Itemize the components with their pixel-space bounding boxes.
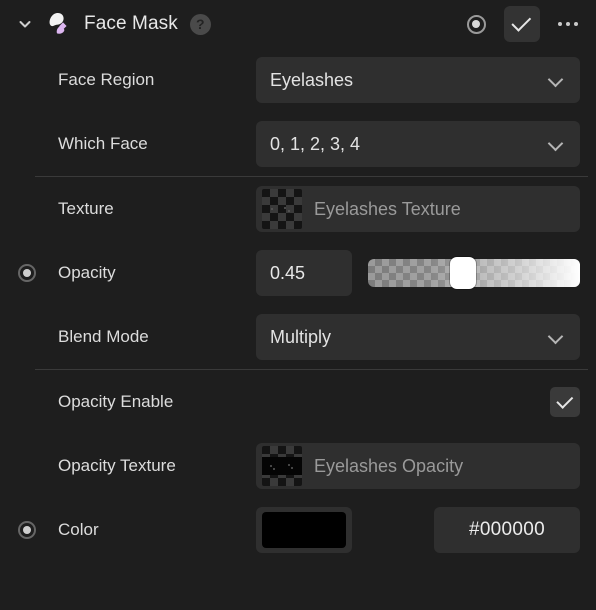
color-keyframe-toggle[interactable]: [18, 521, 36, 539]
row-which-face: Which Face 0, 1, 2, 3, 4: [0, 112, 596, 176]
opacity-enable-label: Opacity Enable: [58, 392, 174, 411]
row-opacity-texture: Opacity Texture Eyelashes Opacity: [0, 434, 596, 498]
row-blend-mode: Blend Mode Multiply: [0, 305, 596, 369]
check-icon: [511, 11, 532, 32]
texture-name: Eyelashes Texture: [314, 198, 461, 219]
blend-mode-field-area: Multiply: [256, 305, 580, 369]
chevron-down-icon: [548, 136, 564, 152]
blend-mode-dropdown[interactable]: Multiply: [256, 314, 580, 360]
opacity-enable-checkbox[interactable]: [550, 387, 580, 417]
opacity-enable-field-area: [256, 370, 580, 434]
chevron-down-icon: [548, 329, 564, 345]
chevron-down-icon[interactable]: [14, 13, 36, 35]
page-title: Face Mask: [84, 13, 178, 34]
record-dot: [472, 20, 480, 28]
opacity-keyframe-toggle[interactable]: [18, 264, 36, 282]
face-mask-brush-icon: [42, 8, 74, 40]
row-color: Color #000000: [0, 498, 596, 562]
row-texture: Texture Eyelashes Texture: [0, 177, 596, 241]
face-region-label: Face Region: [58, 70, 155, 89]
color-label: Color: [58, 520, 99, 539]
node-enable-checkbox[interactable]: [504, 6, 540, 42]
texture-picker[interactable]: Eyelashes Texture: [256, 186, 580, 232]
face-region-field-area: Eyelashes: [256, 48, 580, 112]
face-region-value: Eyelashes: [270, 69, 354, 90]
which-face-field-area: 0, 1, 2, 3, 4: [256, 112, 580, 176]
help-icon[interactable]: ?: [189, 13, 211, 35]
opacity-slider[interactable]: [368, 257, 580, 289]
opacity-texture-thumbnail: [262, 446, 302, 486]
opacity-texture-picker[interactable]: Eyelashes Opacity: [256, 443, 580, 489]
row-face-region: Face Region Eyelashes: [0, 48, 596, 112]
face-region-dropdown[interactable]: Eyelashes: [256, 57, 580, 103]
panel-header: Face Mask ?: [0, 0, 596, 48]
color-swatch-button[interactable]: [256, 507, 352, 553]
color-hex-input[interactable]: #000000: [434, 507, 580, 553]
color-field-area: #000000: [256, 498, 580, 562]
row-opacity: Opacity 0.45: [0, 241, 596, 305]
ellipsis-dots: [558, 22, 578, 26]
opacity-texture-field-area: Eyelashes Opacity: [256, 434, 580, 498]
opacity-label: Opacity: [58, 263, 116, 282]
opacity-field-area: 0.45: [256, 241, 580, 305]
opacity-slider-thumb[interactable]: [450, 257, 477, 289]
chevron-down-icon: [548, 72, 564, 88]
opacity-input[interactable]: 0.45: [256, 250, 352, 296]
which-face-dropdown[interactable]: 0, 1, 2, 3, 4: [256, 121, 580, 167]
blend-mode-label: Blend Mode: [58, 327, 149, 346]
which-face-label: Which Face: [58, 134, 148, 153]
color-hex-value: #000000: [468, 519, 546, 540]
opacity-texture-label: Opacity Texture: [58, 456, 176, 475]
color-swatch: [262, 512, 346, 548]
texture-thumbnail: [262, 189, 302, 229]
blend-mode-value: Multiply: [270, 326, 332, 347]
record-keyframe-icon[interactable]: [458, 6, 494, 42]
ellipsis-icon[interactable]: [550, 6, 586, 42]
color-controls: #000000: [256, 507, 580, 553]
opacity-texture-name: Eyelashes Opacity: [314, 455, 464, 476]
texture-label: Texture: [58, 199, 114, 218]
check-icon: [555, 391, 573, 409]
properties-list: Face Region Eyelashes Which Face 0, 1, 2…: [0, 48, 596, 562]
row-opacity-enable: Opacity Enable: [0, 370, 596, 434]
record-ring: [466, 14, 486, 34]
opacity-value: 0.45: [270, 262, 306, 283]
texture-field-area: Eyelashes Texture: [256, 177, 580, 241]
which-face-value: 0, 1, 2, 3, 4: [270, 133, 361, 154]
